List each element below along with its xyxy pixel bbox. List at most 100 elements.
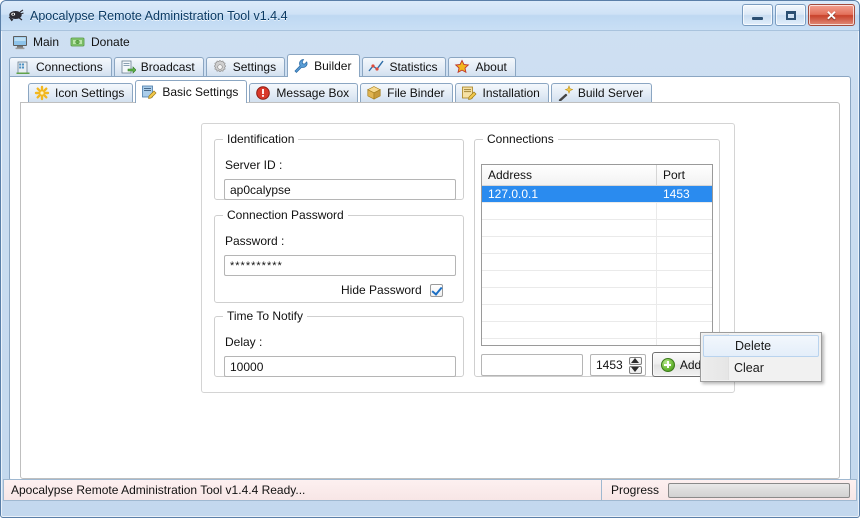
tab-basic-settings[interactable]: Basic Settings [135, 80, 248, 103]
menu-item-main[interactable]: Main [9, 32, 67, 52]
column-header-address: Address [482, 165, 657, 185]
cell-address [482, 203, 657, 219]
cell-address [482, 288, 657, 304]
tab-label: About [475, 60, 507, 74]
cell-port [657, 288, 712, 304]
tab-build-server[interactable]: Build Server [550, 83, 653, 102]
tab-label: Broadcast [140, 60, 195, 74]
port-spinner-value: 1453 [596, 358, 623, 372]
cell-address [482, 237, 657, 253]
asterisk-icon [34, 85, 50, 101]
wand-icon [557, 85, 574, 102]
tab-label: File Binder [387, 86, 445, 100]
tab-label: Installation [482, 86, 540, 100]
connection-password-group: Connection Password Password : Hide Pass… [214, 208, 464, 303]
menu-bar: Main Donate [1, 31, 859, 53]
tab-message-box[interactable]: Message Box [249, 83, 359, 102]
status-bar: Apocalypse Remote Administration Tool v1… [3, 479, 857, 501]
spinner-down-button[interactable] [628, 365, 642, 374]
application-window: Apocalypse Remote Administration Tool v1… [0, 0, 860, 518]
hide-password-checkbox[interactable] [429, 283, 443, 297]
notepad-icon [141, 84, 157, 100]
title-bar[interactable]: Apocalypse Remote Administration Tool v1… [1, 1, 859, 31]
tab-file-binder[interactable]: File Binder [360, 83, 454, 102]
table-row[interactable] [482, 339, 712, 345]
tab-about[interactable]: About [448, 57, 516, 76]
delay-input[interactable] [224, 356, 456, 377]
tab-label: Builder [314, 59, 352, 73]
table-row[interactable] [482, 203, 712, 220]
table-row[interactable] [482, 322, 712, 339]
cell-address [482, 305, 657, 321]
table-row[interactable] [482, 288, 712, 305]
time-to-notify-group: Time To Notify Delay : [214, 309, 464, 377]
settings-content-frame: Identification Server ID : Connection Pa… [201, 123, 822, 393]
table-row[interactable] [482, 254, 712, 271]
tab-installation[interactable]: Installation [455, 83, 549, 102]
outer-tab-strip: Connections Broadcast Settings Builder S… [9, 54, 859, 77]
spinner-buttons[interactable] [627, 356, 643, 374]
builder-tab-panel: Icon Settings Basic Settings Message Box… [9, 76, 851, 481]
tab-statistics[interactable]: Statistics [362, 57, 447, 76]
minimize-button[interactable] [742, 4, 773, 26]
tab-label: Message Box [276, 86, 350, 100]
password-input[interactable] [224, 255, 456, 276]
server-id-input[interactable] [224, 179, 456, 200]
port-spinner[interactable]: 1453 [590, 354, 646, 376]
hide-password-label: Hide Password [341, 283, 422, 297]
maximize-button[interactable] [775, 4, 806, 26]
menu-item-donate[interactable]: Donate [67, 32, 138, 52]
context-menu: Delete Clear [700, 332, 822, 382]
cell-port [657, 237, 712, 253]
tab-label: Connections [36, 60, 103, 74]
minimize-icon [752, 16, 763, 20]
basic-settings-panel: Identification Server ID : Connection Pa… [20, 102, 840, 479]
table-row[interactable] [482, 237, 712, 254]
spinner-up-button[interactable] [628, 356, 642, 365]
close-button[interactable]: ✕ [808, 4, 855, 26]
wrench-icon [293, 58, 309, 74]
password-label: Password : [225, 234, 285, 248]
connections-legend: Connections [487, 132, 554, 146]
new-address-input[interactable] [481, 354, 583, 376]
time-to-notify-legend: Time To Notify [227, 309, 304, 323]
tab-settings[interactable]: Settings [205, 57, 286, 76]
apocalypse-logo-icon [8, 8, 24, 24]
tab-builder[interactable]: Builder [287, 54, 361, 77]
cell-port [657, 305, 712, 321]
context-menu-item-clear[interactable]: Clear [701, 357, 821, 379]
context-menu-item-delete[interactable]: Delete [703, 335, 819, 357]
identification-group: Identification Server ID : [214, 132, 464, 200]
tab-connections[interactable]: Connections [9, 57, 112, 76]
tab-label: Statistics [389, 60, 438, 74]
identification-legend: Identification [227, 132, 295, 146]
add-button-label: Add [679, 357, 702, 372]
connections-table[interactable]: Address Port 127.0.0.1 1453 [481, 164, 713, 346]
tab-broadcast[interactable]: Broadcast [113, 57, 204, 76]
monitor-icon [12, 34, 28, 50]
tab-label: Icon Settings [55, 86, 125, 100]
menu-item-label: Main [33, 35, 60, 49]
column-header-port: Port [663, 168, 686, 182]
progress-label: Progress [610, 483, 659, 497]
cell-address [482, 339, 657, 345]
cell-port [657, 203, 712, 219]
hide-password-row[interactable]: Hide Password [341, 283, 443, 297]
table-row[interactable] [482, 220, 712, 237]
tab-icon-settings[interactable]: Icon Settings [28, 83, 134, 102]
progress-bar [668, 482, 850, 498]
maximize-icon [785, 10, 796, 20]
chart-icon [368, 59, 385, 75]
chevron-down-icon [631, 367, 639, 372]
table-row[interactable] [482, 305, 712, 322]
broadcast-icon [120, 59, 137, 75]
connections-group: Connections Address Port 127.0.0.1 1453 1… [474, 132, 720, 377]
cell-address [482, 220, 657, 236]
table-row[interactable]: 127.0.0.1 1453 [482, 186, 712, 203]
cell-port [657, 254, 712, 270]
money-icon [70, 34, 86, 50]
table-row[interactable] [482, 271, 712, 288]
exclamation-icon [255, 85, 271, 101]
cell-address [482, 271, 657, 287]
tab-label: Build Server [577, 86, 644, 100]
